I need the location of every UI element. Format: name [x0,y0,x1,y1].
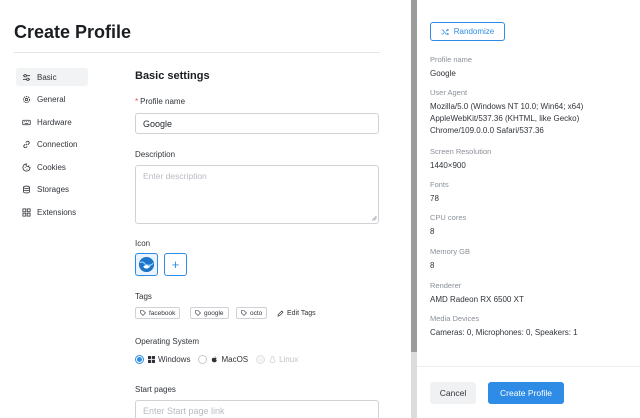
summary-field: Memory GB 8 [430,247,635,272]
summary-field-label: User Agent [430,88,468,97]
cancel-button[interactable]: Cancel [430,382,476,404]
create-profile-button[interactable]: Create Profile [488,382,564,404]
sidebar-item-storages[interactable]: Storages [16,181,88,199]
sidebar-item-connection[interactable]: Connection [16,136,88,154]
edit-tags-button[interactable]: Edit Tags [277,307,316,319]
os-label: Operating System [135,337,200,346]
summary-field: Fonts 78 [430,180,635,205]
required-mark: * [135,97,139,106]
sidebar-item-label: Connection [37,140,78,149]
sidebar-item-cookies[interactable]: Cookies [16,158,88,176]
summary-field-label: Renderer [430,281,462,290]
radio-label: Windows [158,355,191,364]
summary-field-label: Profile name [430,55,473,64]
tag-icon [195,310,201,316]
tag-label: octo [250,309,263,317]
sidebar-item-label: Hardware [37,117,72,127]
tags-label: Tags [135,292,152,301]
summary-field-label: Memory GB [430,247,471,256]
shuffle-icon [441,28,449,35]
sidebar-item-label: Basic [37,72,57,82]
resize-grip-icon[interactable] [371,215,377,221]
start-pages-label: Start pages [135,385,176,394]
os-radio-windows[interactable]: Windows [135,355,190,364]
summary-field-value: 78 [430,194,439,203]
profile-name-label-text: Profile name [140,97,186,106]
cookie-icon [22,162,31,171]
database-icon [23,185,30,194]
summary-field: CPU cores 8 [430,213,635,238]
summary-field-value: 8 [430,261,435,270]
sidebar-item-extensions[interactable]: Extensions [16,203,88,221]
sidebar-item-label: Storages [37,185,70,194]
summary-field-value: Mozilla/5.0 (Windows NT 10.0; Win64; x64… [430,102,584,135]
sidebar-item-general[interactable]: General [16,91,88,109]
profile-summary-panel: Randomize Profile name Google User Agent… [417,0,640,418]
start-pages-input[interactable] [135,400,379,418]
randomize-label: Randomize [453,27,495,36]
description-label: Description [135,150,176,159]
summary-field-value: Google [430,69,456,78]
sidebar-item-label: General [37,95,66,104]
tag-chip[interactable]: google [190,307,229,319]
tag-chip[interactable]: octo [236,307,268,319]
footer-divider [417,366,640,367]
randomize-button[interactable]: Randomize [430,22,505,41]
add-icon-button[interactable]: + [164,253,187,276]
pencil-icon [277,310,284,316]
description-textarea[interactable] [135,165,379,224]
summary-field: Renderer AMD Radeon RX 6500 XT [430,281,635,306]
summary-field-value: AMD Radeon RX 6500 XT [430,295,524,304]
summary-field-label: Media Devices [430,314,480,323]
keyboard-icon [22,119,31,125]
radio-dot [256,355,266,364]
tag-label: facebook [149,309,176,317]
plus-icon: + [171,257,180,272]
linux-icon [269,356,276,363]
radio-dot [198,355,208,364]
summary-field: Profile name Google [430,55,635,80]
sidebar-item-label: Cookies [37,162,66,172]
radio-label: Linux [279,355,299,364]
os-radio-linux[interactable]: Linux [256,355,298,364]
sliders-icon [22,73,31,81]
grid-icon [22,207,31,217]
os-radio-macos[interactable]: MacOS [198,355,248,364]
globe-bird-icon [138,256,155,273]
radio-dot [135,355,144,364]
profile-name-input[interactable] [135,113,379,134]
summary-field-value: Cameras: 0, Microphones: 0, Speakers: 1 [430,328,578,337]
os-radio-group: Windows MacOS Linux [135,355,306,364]
windows-icon [148,356,155,363]
summary-field: Screen Resolution 1440×900 [430,147,635,172]
tag-icon [241,310,247,316]
radio-label: MacOS [221,355,249,364]
sidebar-item-label: Extensions [37,207,77,217]
settings-sidebar: Basic General Hardware Connection Cookie… [16,68,88,226]
tag-label: google [204,309,224,317]
sidebar-item-hardware[interactable]: Hardware [16,113,88,131]
summary-field: User Agent Mozilla/5.0 (Windows NT 10.0;… [430,88,635,137]
gear-icon [22,95,31,104]
icon-label: Icon [135,239,151,248]
link-icon [23,140,30,149]
tag-icon [140,310,146,316]
selected-profile-icon[interactable] [135,253,158,276]
tag-chip[interactable]: facebook [135,307,181,319]
summary-field: Media Devices Cameras: 0, Microphones: 0… [430,314,635,339]
title-divider [14,52,380,53]
sidebar-item-basic[interactable]: Basic [16,68,88,86]
summary-field-value: 1440×900 [430,161,466,170]
summary-field-value: 8 [430,227,435,236]
summary-field-label: CPU cores [430,213,467,222]
edit-tags-label: Edit Tags [287,309,316,317]
profile-form-panel: Create Profile Basic General Hardware Co… [0,0,411,418]
summary-field-label: Fonts [430,180,449,189]
summary-field-label: Screen Resolution [430,147,492,156]
apple-icon [212,356,218,363]
profile-name-label: * Profile name [135,97,185,106]
page-title: Create Profile [14,22,132,42]
section-title: Basic settings [135,70,210,82]
